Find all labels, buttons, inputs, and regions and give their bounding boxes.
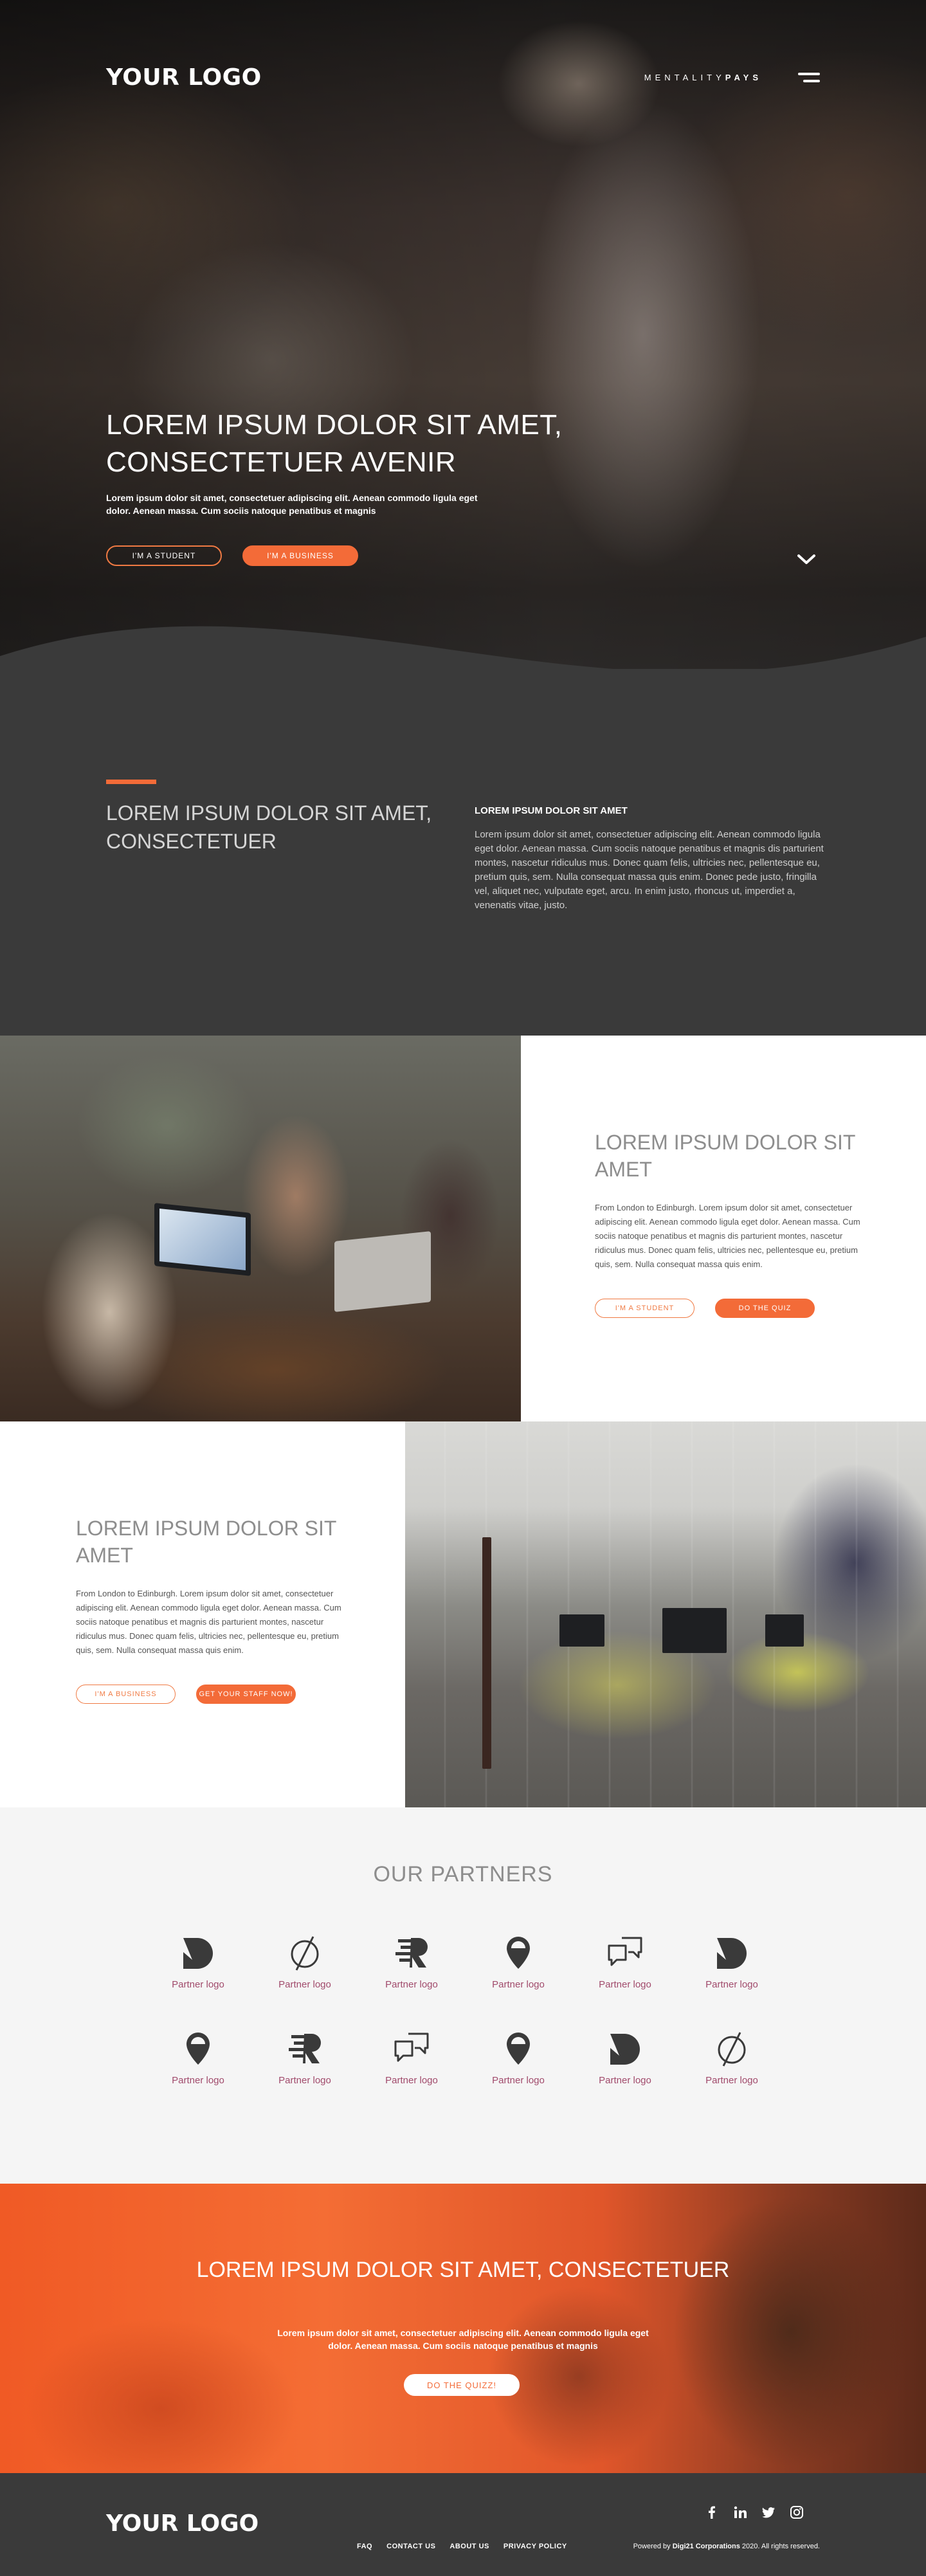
leaf-d-icon	[183, 1938, 213, 1969]
cta-subtitle: Lorem ipsum dolor sit amet, consectetuer…	[277, 2328, 649, 2351]
intro-body: Lorem ipsum dolor sit amet, consectetuer…	[475, 829, 824, 911]
top-navigation: YOUR LOGO MENTALITYPAYS	[106, 62, 820, 93]
pillar-graphic	[482, 1537, 491, 1769]
accent-bar	[106, 780, 156, 784]
footer-logo[interactable]: YOUR LOGO	[106, 2510, 259, 2537]
instagram-icon[interactable]	[790, 2505, 804, 2519]
brand-tagline: MENTALITYPAYS	[644, 72, 762, 82]
partner-logo-item[interactable]: Partner logo	[251, 2029, 358, 2086]
get-staff-button[interactable]: GET YOUR STAFF NOW!	[196, 1685, 296, 1704]
footer-link-privacy[interactable]: PRIVACY POLICY	[504, 2543, 567, 2550]
social-links	[705, 2505, 804, 2519]
partner-logo-item[interactable]: Partner logo	[678, 1933, 785, 1990]
monitor-graphic	[559, 1614, 604, 1647]
cta-title: LOREM IPSUM DOLOR SIT AMET, CONSECTETUER	[196, 2258, 730, 2282]
linkedin-icon[interactable]	[733, 2505, 747, 2519]
partner-logo-item[interactable]: Partner logo	[145, 2029, 251, 2086]
hero-title: LOREM IPSUM DOLOR SIT AMET, CONSECTETUER…	[106, 409, 563, 478]
partner-logo-item[interactable]: Partner logo	[145, 1933, 251, 1990]
slashed-circle-icon	[718, 2032, 746, 2067]
footer-nav: FAQ CONTACT US ABOUT US PRIVACY POLICY	[357, 2543, 567, 2550]
footer-link-faq[interactable]: FAQ	[357, 2543, 372, 2550]
students-feature-title: LOREM IPSUM DOLOR SIT AMET	[595, 1131, 855, 1181]
business-feature-body: From London to Edinburgh. Lorem ipsum do…	[76, 1589, 341, 1655]
map-pin-icon	[186, 2032, 210, 2065]
footer-link-about[interactable]: ABOUT US	[449, 2543, 489, 2550]
partner-logo-item[interactable]: Partner logo	[465, 2029, 572, 2086]
chevron-down-icon[interactable]	[795, 552, 818, 567]
partner-logo-item[interactable]: Partner logo	[678, 2029, 785, 2086]
hamburger-menu-icon[interactable]	[798, 70, 820, 84]
leaf-d-icon	[717, 1938, 747, 1969]
intro-title: LOREM IPSUM DOLOR SIT AMET, CONSECTETUER	[106, 801, 432, 853]
monitor-graphic	[662, 1608, 727, 1653]
partner-logo-item[interactable]: Partner logo	[251, 1933, 358, 1990]
student-button[interactable]: I'M A STUDENT	[106, 545, 222, 566]
header-logo[interactable]: YOUR LOGO	[106, 64, 262, 91]
students-feature-section: LOREM IPSUM DOLOR SIT AMET From London t…	[0, 1036, 926, 1421]
hero-overlay	[0, 0, 926, 695]
intro-heading: LOREM IPSUM DOLOR SIT AMET	[475, 805, 628, 816]
map-pin-icon	[507, 1937, 530, 1969]
speed-r-icon	[395, 1938, 428, 1968]
partner-logo-item[interactable]: Partner logo	[572, 2029, 678, 2086]
chat-bubbles-icon	[394, 2032, 429, 2062]
business-button[interactable]: I'M A BUSINESS	[242, 545, 358, 566]
office-photo	[405, 1421, 926, 1807]
twitter-icon[interactable]	[761, 2505, 776, 2519]
partners-title: OUR PARTNERS	[373, 1862, 553, 1886]
business-feature-section: LOREM IPSUM DOLOR SIT AMET From London t…	[0, 1421, 926, 1807]
footer-link-contact[interactable]: CONTACT US	[386, 2543, 435, 2550]
quiz-button[interactable]: DO THE QUIZ	[715, 1299, 815, 1318]
copyright-text: Powered by Digi21 Corporations 2020. All…	[633, 2543, 820, 2550]
laptop-graphic	[334, 1231, 431, 1312]
students-photo	[0, 1036, 521, 1421]
hero-section: YOUR LOGO MENTALITYPAYS LOREM IPSUM DOLO…	[0, 0, 926, 695]
chat-bubbles-icon	[608, 1937, 642, 1966]
hero-wave-divider	[0, 626, 926, 695]
monitor-graphic	[765, 1614, 804, 1647]
cta-section: LOREM IPSUM DOLOR SIT AMET, CONSECTETUER…	[0, 2184, 926, 2473]
partner-logo-item[interactable]: Partner logo	[465, 1933, 572, 1990]
map-pin-icon	[507, 2032, 530, 2065]
hero-subtitle: Lorem ipsum dolor sit amet, consectetuer…	[106, 493, 478, 516]
facebook-icon[interactable]	[705, 2505, 719, 2519]
quiz-button[interactable]: DO THE QUIZZ!	[404, 2374, 520, 2396]
students-feature-body: From London to Edinburgh. Lorem ipsum do…	[595, 1203, 860, 1269]
partner-logo-item[interactable]: Partner logo	[358, 1933, 465, 1990]
laptop-graphic	[154, 1203, 251, 1276]
partner-logo-item[interactable]: Partner logo	[572, 1933, 678, 1990]
partner-logo-item[interactable]: Partner logo	[358, 2029, 465, 2086]
hero-buttons: I'M A STUDENT I'M A BUSINESS	[106, 545, 358, 566]
speed-r-icon	[289, 2034, 321, 2063]
intro-section: LOREM IPSUM DOLOR SIT AMET, CONSECTETUER…	[0, 695, 926, 1036]
partners-section: OUR PARTNERS Partner logo Partner logo P…	[0, 1807, 926, 2184]
business-button[interactable]: I'M A BUSINESS	[76, 1685, 176, 1704]
business-feature-title: LOREM IPSUM DOLOR SIT AMET	[76, 1517, 336, 1567]
student-button[interactable]: I'M A STUDENT	[595, 1299, 694, 1318]
footer: YOUR LOGO FAQ CONTACT US ABOUT US PRIVAC…	[0, 2473, 926, 2576]
partner-grid: Partner logo Partner logo Partner logo P…	[145, 1933, 788, 2086]
leaf-d-icon	[610, 2034, 640, 2065]
slashed-circle-icon	[291, 1936, 319, 1971]
